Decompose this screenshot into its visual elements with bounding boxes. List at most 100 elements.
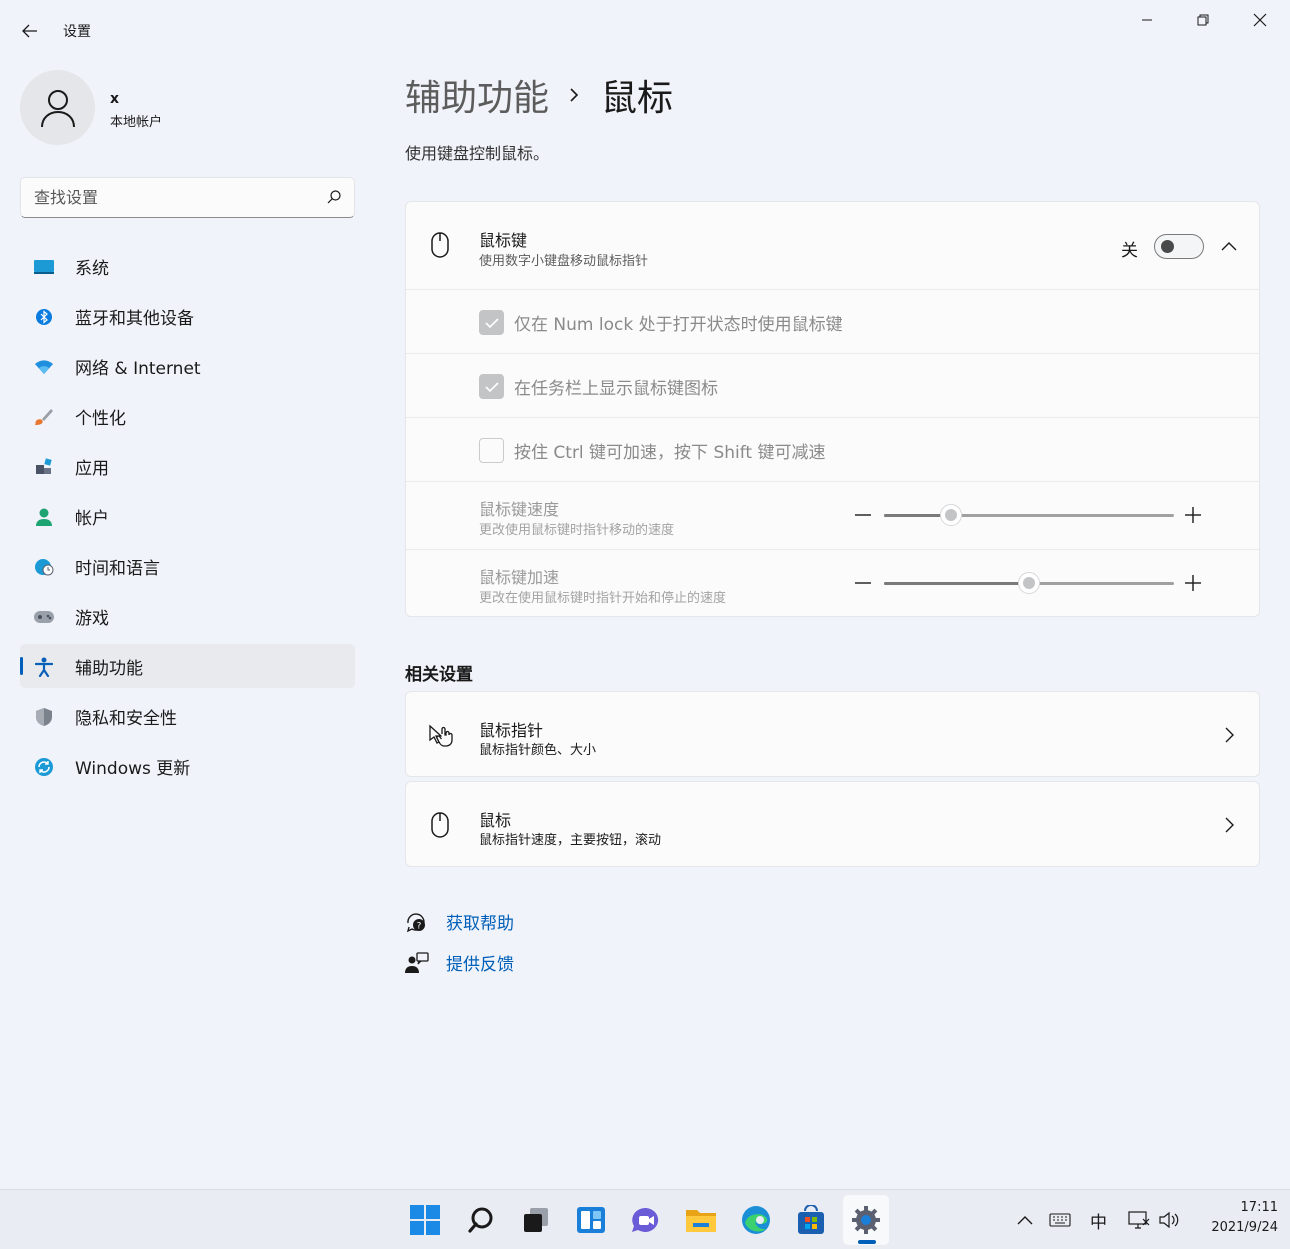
bluetooth-icon [34,308,54,326]
plus-icon[interactable] [1184,506,1202,524]
sidebar-item-label: 应用 [75,458,109,479]
show-hidden-icons-button[interactable] [1014,1210,1036,1230]
chevron-right-icon [1225,817,1234,833]
sidebar-item-gaming[interactable]: 游戏 [20,594,355,638]
speed-title: 鼠标键速度 [479,500,560,519]
mouse-pointer-title: 鼠标指针 [479,721,544,740]
minimize-icon [1142,19,1152,21]
get-help-link[interactable]: ? 获取帮助 [405,909,514,934]
task-view-button[interactable] [518,1202,554,1238]
checkbox-label: 在任务栏上显示鼠标键图标 [514,379,718,399]
mouse-keys-row[interactable]: 鼠标键 使用数字小键盘移动鼠标指针 关 [406,202,1259,289]
speed-row: 鼠标键速度 更改使用鼠标键时指针移动的速度 [406,481,1259,549]
ime-indicator[interactable]: 中 [1090,1208,1107,1233]
accessibility-icon [34,657,54,677]
slider-fill [884,582,1029,585]
chevron-right-icon [1225,727,1234,743]
start-button[interactable] [407,1202,443,1238]
apps-icon [34,458,54,476]
ctrl-shift-checkbox[interactable] [479,438,504,463]
acceleration-title: 鼠标键加速 [479,568,560,587]
store-icon [798,1205,824,1234]
slider-thumb[interactable] [939,504,962,526]
clock-time[interactable]: 17:11 [1228,1200,1278,1215]
close-button[interactable] [1237,6,1283,34]
get-help-text: 获取帮助 [446,914,514,934]
gear-icon [852,1206,880,1234]
chevron-up-icon[interactable] [1220,238,1238,254]
back-button[interactable] [14,18,46,44]
chat-icon [632,1207,659,1232]
sidebar-item-personalization[interactable]: 个性化 [20,394,355,438]
mouse-pointer-link[interactable]: 鼠标指针 鼠标指针颜色、大小 [405,691,1260,777]
restore-button[interactable] [1180,6,1226,34]
back-arrow-icon [22,24,37,38]
minus-icon[interactable] [854,574,872,592]
acceleration-slider[interactable] [884,572,1174,594]
sidebar-item-privacy[interactable]: 隐私和安全性 [20,694,355,738]
mouse-settings-subtitle: 鼠标指针速度，主要按钮，滚动 [479,833,662,848]
sidebar-nav: 系统 蓝牙和其他设备 网络 & Internet 个性化 应用 帐户 时间和语言… [20,244,355,794]
feedback-link[interactable]: 提供反馈 [405,950,514,975]
mouse-keys-toggle[interactable] [1154,234,1204,259]
shield-icon [34,708,54,726]
numlock-checkbox[interactable] [479,310,504,335]
account-type: 本地帐户 [110,115,163,130]
keyboard-button[interactable] [1049,1210,1071,1230]
mouse-pointer-icon [429,724,453,747]
sidebar-item-label: 帐户 [75,508,109,529]
speed-slider[interactable] [884,504,1174,526]
sidebar-item-apps[interactable]: 应用 [20,444,355,488]
volume-button[interactable] [1158,1210,1180,1230]
svg-text:?: ? [417,921,422,931]
folder-icon [686,1210,716,1232]
close-icon [1253,13,1267,27]
sidebar-item-label: 系统 [75,258,109,279]
sidebar-item-windows-update[interactable]: Windows 更新 [20,744,355,788]
chevron-right-icon [570,88,579,102]
taskbar: 中 [0,1189,1290,1249]
speaker-icon [1159,1211,1179,1229]
checkmark-icon [485,382,499,393]
search-icon[interactable] [326,189,342,205]
widgets-button[interactable] [573,1202,609,1238]
breadcrumb-parent[interactable]: 辅助功能 [405,69,549,121]
plus-icon[interactable] [1184,574,1202,592]
wifi-icon [34,358,54,376]
taskbar-search-button[interactable] [463,1202,499,1238]
sidebar-item-label: 蓝牙和其他设备 [75,308,194,329]
network-button[interactable] [1128,1210,1150,1230]
keyboard-icon [1049,1213,1071,1227]
mouse-settings-link[interactable]: 鼠标 鼠标指针速度，主要按钮，滚动 [405,781,1260,867]
file-explorer-button[interactable] [683,1202,719,1238]
search-input[interactable] [21,178,311,216]
sidebar-item-time-language[interactable]: 时间和语言 [20,544,355,588]
sidebar-item-system[interactable]: 系统 [20,244,355,288]
taskbar-icon-checkbox[interactable] [479,374,504,399]
mouse-keys-title: 鼠标键 [479,231,528,250]
widgets-icon [577,1207,605,1233]
sidebar-item-label: 辅助功能 [75,658,143,679]
breadcrumb: 辅助功能 鼠标 [405,70,673,120]
edge-button[interactable] [738,1202,774,1238]
minus-icon[interactable] [854,506,872,524]
minimize-button[interactable] [1124,6,1170,34]
mouse-keys-card: 鼠标键 使用数字小键盘移动鼠标指针 关 仅在 Num lock 处于打开状态时使… [405,201,1260,617]
mouse-keys-subtitle: 使用数字小键盘移动鼠标指针 [479,254,649,269]
page-description: 使用键盘控制鼠标。 [405,144,550,163]
globe-clock-icon [34,558,54,576]
sidebar-item-label: 游戏 [75,608,109,629]
active-app-indicator [858,1240,876,1244]
avatar[interactable] [20,70,95,145]
store-button[interactable] [793,1202,829,1238]
sidebar-item-label: 隐私和安全性 [75,708,177,729]
slider-thumb[interactable] [1018,572,1040,594]
speed-subtitle: 更改使用鼠标键时指针移动的速度 [479,523,675,538]
sidebar-item-accounts[interactable]: 帐户 [20,494,355,538]
sidebar-item-bluetooth[interactable]: 蓝牙和其他设备 [20,294,355,338]
chat-button[interactable] [628,1202,664,1238]
clock-date[interactable]: 2021/9/24 [1180,1220,1278,1235]
sidebar-item-network[interactable]: 网络 & Internet [20,344,355,388]
sidebar-item-accessibility[interactable]: 辅助功能 [20,644,355,688]
settings-taskbar-button[interactable] [843,1195,889,1245]
